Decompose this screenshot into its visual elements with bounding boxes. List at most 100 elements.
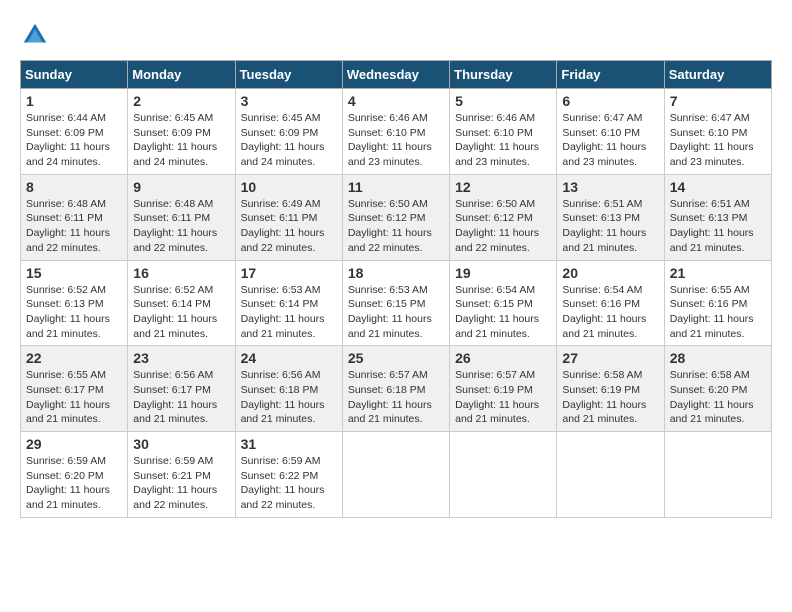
day-number: 7 bbox=[670, 93, 766, 109]
day-number: 26 bbox=[455, 350, 551, 366]
day-number: 27 bbox=[562, 350, 658, 366]
calendar-day-15: 15 Sunrise: 6:52 AMSunset: 6:13 PMDaylig… bbox=[21, 260, 128, 346]
calendar-day-17: 17 Sunrise: 6:53 AMSunset: 6:14 PMDaylig… bbox=[235, 260, 342, 346]
day-info: Sunrise: 6:55 AMSunset: 6:17 PMDaylight:… bbox=[26, 368, 122, 427]
day-number: 19 bbox=[455, 265, 551, 281]
day-number: 31 bbox=[241, 436, 337, 452]
day-number: 23 bbox=[133, 350, 229, 366]
day-info: Sunrise: 6:59 AMSunset: 6:21 PMDaylight:… bbox=[133, 454, 229, 513]
calendar-day-30: 30 Sunrise: 6:59 AMSunset: 6:21 PMDaylig… bbox=[128, 432, 235, 518]
day-info: Sunrise: 6:45 AMSunset: 6:09 PMDaylight:… bbox=[241, 111, 337, 170]
calendar-day-11: 11 Sunrise: 6:50 AMSunset: 6:12 PMDaylig… bbox=[342, 174, 449, 260]
day-info: Sunrise: 6:52 AMSunset: 6:14 PMDaylight:… bbox=[133, 283, 229, 342]
day-number: 5 bbox=[455, 93, 551, 109]
day-info: Sunrise: 6:56 AMSunset: 6:17 PMDaylight:… bbox=[133, 368, 229, 427]
day-info: Sunrise: 6:44 AMSunset: 6:09 PMDaylight:… bbox=[26, 111, 122, 170]
calendar-week-row-3: 15 Sunrise: 6:52 AMSunset: 6:13 PMDaylig… bbox=[21, 260, 772, 346]
calendar-day-16: 16 Sunrise: 6:52 AMSunset: 6:14 PMDaylig… bbox=[128, 260, 235, 346]
day-info: Sunrise: 6:56 AMSunset: 6:18 PMDaylight:… bbox=[241, 368, 337, 427]
day-info: Sunrise: 6:47 AMSunset: 6:10 PMDaylight:… bbox=[562, 111, 658, 170]
day-info: Sunrise: 6:57 AMSunset: 6:18 PMDaylight:… bbox=[348, 368, 444, 427]
calendar-header-saturday: Saturday bbox=[664, 61, 771, 89]
day-info: Sunrise: 6:48 AMSunset: 6:11 PMDaylight:… bbox=[133, 197, 229, 256]
day-info: Sunrise: 6:46 AMSunset: 6:10 PMDaylight:… bbox=[348, 111, 444, 170]
day-info: Sunrise: 6:51 AMSunset: 6:13 PMDaylight:… bbox=[562, 197, 658, 256]
day-info: Sunrise: 6:54 AMSunset: 6:16 PMDaylight:… bbox=[562, 283, 658, 342]
calendar-day-26: 26 Sunrise: 6:57 AMSunset: 6:19 PMDaylig… bbox=[450, 346, 557, 432]
day-number: 29 bbox=[26, 436, 122, 452]
day-number: 25 bbox=[348, 350, 444, 366]
day-info: Sunrise: 6:57 AMSunset: 6:19 PMDaylight:… bbox=[455, 368, 551, 427]
calendar-day-6: 6 Sunrise: 6:47 AMSunset: 6:10 PMDayligh… bbox=[557, 89, 664, 175]
calendar-header-friday: Friday bbox=[557, 61, 664, 89]
calendar-day-24: 24 Sunrise: 6:56 AMSunset: 6:18 PMDaylig… bbox=[235, 346, 342, 432]
day-info: Sunrise: 6:51 AMSunset: 6:13 PMDaylight:… bbox=[670, 197, 766, 256]
day-number: 6 bbox=[562, 93, 658, 109]
day-info: Sunrise: 6:45 AMSunset: 6:09 PMDaylight:… bbox=[133, 111, 229, 170]
calendar-day-8: 8 Sunrise: 6:48 AMSunset: 6:11 PMDayligh… bbox=[21, 174, 128, 260]
calendar-header-tuesday: Tuesday bbox=[235, 61, 342, 89]
day-info: Sunrise: 6:52 AMSunset: 6:13 PMDaylight:… bbox=[26, 283, 122, 342]
calendar-empty-cell bbox=[450, 432, 557, 518]
day-info: Sunrise: 6:46 AMSunset: 6:10 PMDaylight:… bbox=[455, 111, 551, 170]
calendar-day-18: 18 Sunrise: 6:53 AMSunset: 6:15 PMDaylig… bbox=[342, 260, 449, 346]
calendar-empty-cell bbox=[342, 432, 449, 518]
calendar-day-3: 3 Sunrise: 6:45 AMSunset: 6:09 PMDayligh… bbox=[235, 89, 342, 175]
day-info: Sunrise: 6:53 AMSunset: 6:14 PMDaylight:… bbox=[241, 283, 337, 342]
day-info: Sunrise: 6:54 AMSunset: 6:15 PMDaylight:… bbox=[455, 283, 551, 342]
calendar-empty-cell bbox=[557, 432, 664, 518]
calendar-day-25: 25 Sunrise: 6:57 AMSunset: 6:18 PMDaylig… bbox=[342, 346, 449, 432]
calendar-header-row: SundayMondayTuesdayWednesdayThursdayFrid… bbox=[21, 61, 772, 89]
calendar-table: SundayMondayTuesdayWednesdayThursdayFrid… bbox=[20, 60, 772, 518]
logo bbox=[20, 20, 54, 50]
day-info: Sunrise: 6:47 AMSunset: 6:10 PMDaylight:… bbox=[670, 111, 766, 170]
day-number: 16 bbox=[133, 265, 229, 281]
calendar-header-wednesday: Wednesday bbox=[342, 61, 449, 89]
calendar-day-2: 2 Sunrise: 6:45 AMSunset: 6:09 PMDayligh… bbox=[128, 89, 235, 175]
calendar-day-29: 29 Sunrise: 6:59 AMSunset: 6:20 PMDaylig… bbox=[21, 432, 128, 518]
calendar-day-7: 7 Sunrise: 6:47 AMSunset: 6:10 PMDayligh… bbox=[664, 89, 771, 175]
calendar-day-23: 23 Sunrise: 6:56 AMSunset: 6:17 PMDaylig… bbox=[128, 346, 235, 432]
calendar-week-row-4: 22 Sunrise: 6:55 AMSunset: 6:17 PMDaylig… bbox=[21, 346, 772, 432]
day-number: 3 bbox=[241, 93, 337, 109]
calendar-day-19: 19 Sunrise: 6:54 AMSunset: 6:15 PMDaylig… bbox=[450, 260, 557, 346]
calendar-day-5: 5 Sunrise: 6:46 AMSunset: 6:10 PMDayligh… bbox=[450, 89, 557, 175]
day-number: 1 bbox=[26, 93, 122, 109]
calendar-day-20: 20 Sunrise: 6:54 AMSunset: 6:16 PMDaylig… bbox=[557, 260, 664, 346]
day-info: Sunrise: 6:59 AMSunset: 6:22 PMDaylight:… bbox=[241, 454, 337, 513]
calendar-day-13: 13 Sunrise: 6:51 AMSunset: 6:13 PMDaylig… bbox=[557, 174, 664, 260]
calendar-header-thursday: Thursday bbox=[450, 61, 557, 89]
calendar-day-1: 1 Sunrise: 6:44 AMSunset: 6:09 PMDayligh… bbox=[21, 89, 128, 175]
day-number: 13 bbox=[562, 179, 658, 195]
day-number: 22 bbox=[26, 350, 122, 366]
calendar-day-9: 9 Sunrise: 6:48 AMSunset: 6:11 PMDayligh… bbox=[128, 174, 235, 260]
day-info: Sunrise: 6:58 AMSunset: 6:19 PMDaylight:… bbox=[562, 368, 658, 427]
day-number: 2 bbox=[133, 93, 229, 109]
day-number: 21 bbox=[670, 265, 766, 281]
day-number: 17 bbox=[241, 265, 337, 281]
day-number: 12 bbox=[455, 179, 551, 195]
day-number: 30 bbox=[133, 436, 229, 452]
calendar-week-row-2: 8 Sunrise: 6:48 AMSunset: 6:11 PMDayligh… bbox=[21, 174, 772, 260]
day-info: Sunrise: 6:50 AMSunset: 6:12 PMDaylight:… bbox=[455, 197, 551, 256]
day-number: 15 bbox=[26, 265, 122, 281]
day-info: Sunrise: 6:59 AMSunset: 6:20 PMDaylight:… bbox=[26, 454, 122, 513]
day-number: 8 bbox=[26, 179, 122, 195]
calendar-day-28: 28 Sunrise: 6:58 AMSunset: 6:20 PMDaylig… bbox=[664, 346, 771, 432]
day-info: Sunrise: 6:55 AMSunset: 6:16 PMDaylight:… bbox=[670, 283, 766, 342]
day-number: 11 bbox=[348, 179, 444, 195]
calendar-day-21: 21 Sunrise: 6:55 AMSunset: 6:16 PMDaylig… bbox=[664, 260, 771, 346]
day-number: 9 bbox=[133, 179, 229, 195]
calendar-day-27: 27 Sunrise: 6:58 AMSunset: 6:19 PMDaylig… bbox=[557, 346, 664, 432]
day-info: Sunrise: 6:58 AMSunset: 6:20 PMDaylight:… bbox=[670, 368, 766, 427]
day-number: 10 bbox=[241, 179, 337, 195]
calendar-day-31: 31 Sunrise: 6:59 AMSunset: 6:22 PMDaylig… bbox=[235, 432, 342, 518]
day-number: 20 bbox=[562, 265, 658, 281]
calendar-header-monday: Monday bbox=[128, 61, 235, 89]
calendar-day-22: 22 Sunrise: 6:55 AMSunset: 6:17 PMDaylig… bbox=[21, 346, 128, 432]
calendar-header-sunday: Sunday bbox=[21, 61, 128, 89]
calendar-day-10: 10 Sunrise: 6:49 AMSunset: 6:11 PMDaylig… bbox=[235, 174, 342, 260]
calendar-day-12: 12 Sunrise: 6:50 AMSunset: 6:12 PMDaylig… bbox=[450, 174, 557, 260]
day-info: Sunrise: 6:50 AMSunset: 6:12 PMDaylight:… bbox=[348, 197, 444, 256]
day-number: 18 bbox=[348, 265, 444, 281]
